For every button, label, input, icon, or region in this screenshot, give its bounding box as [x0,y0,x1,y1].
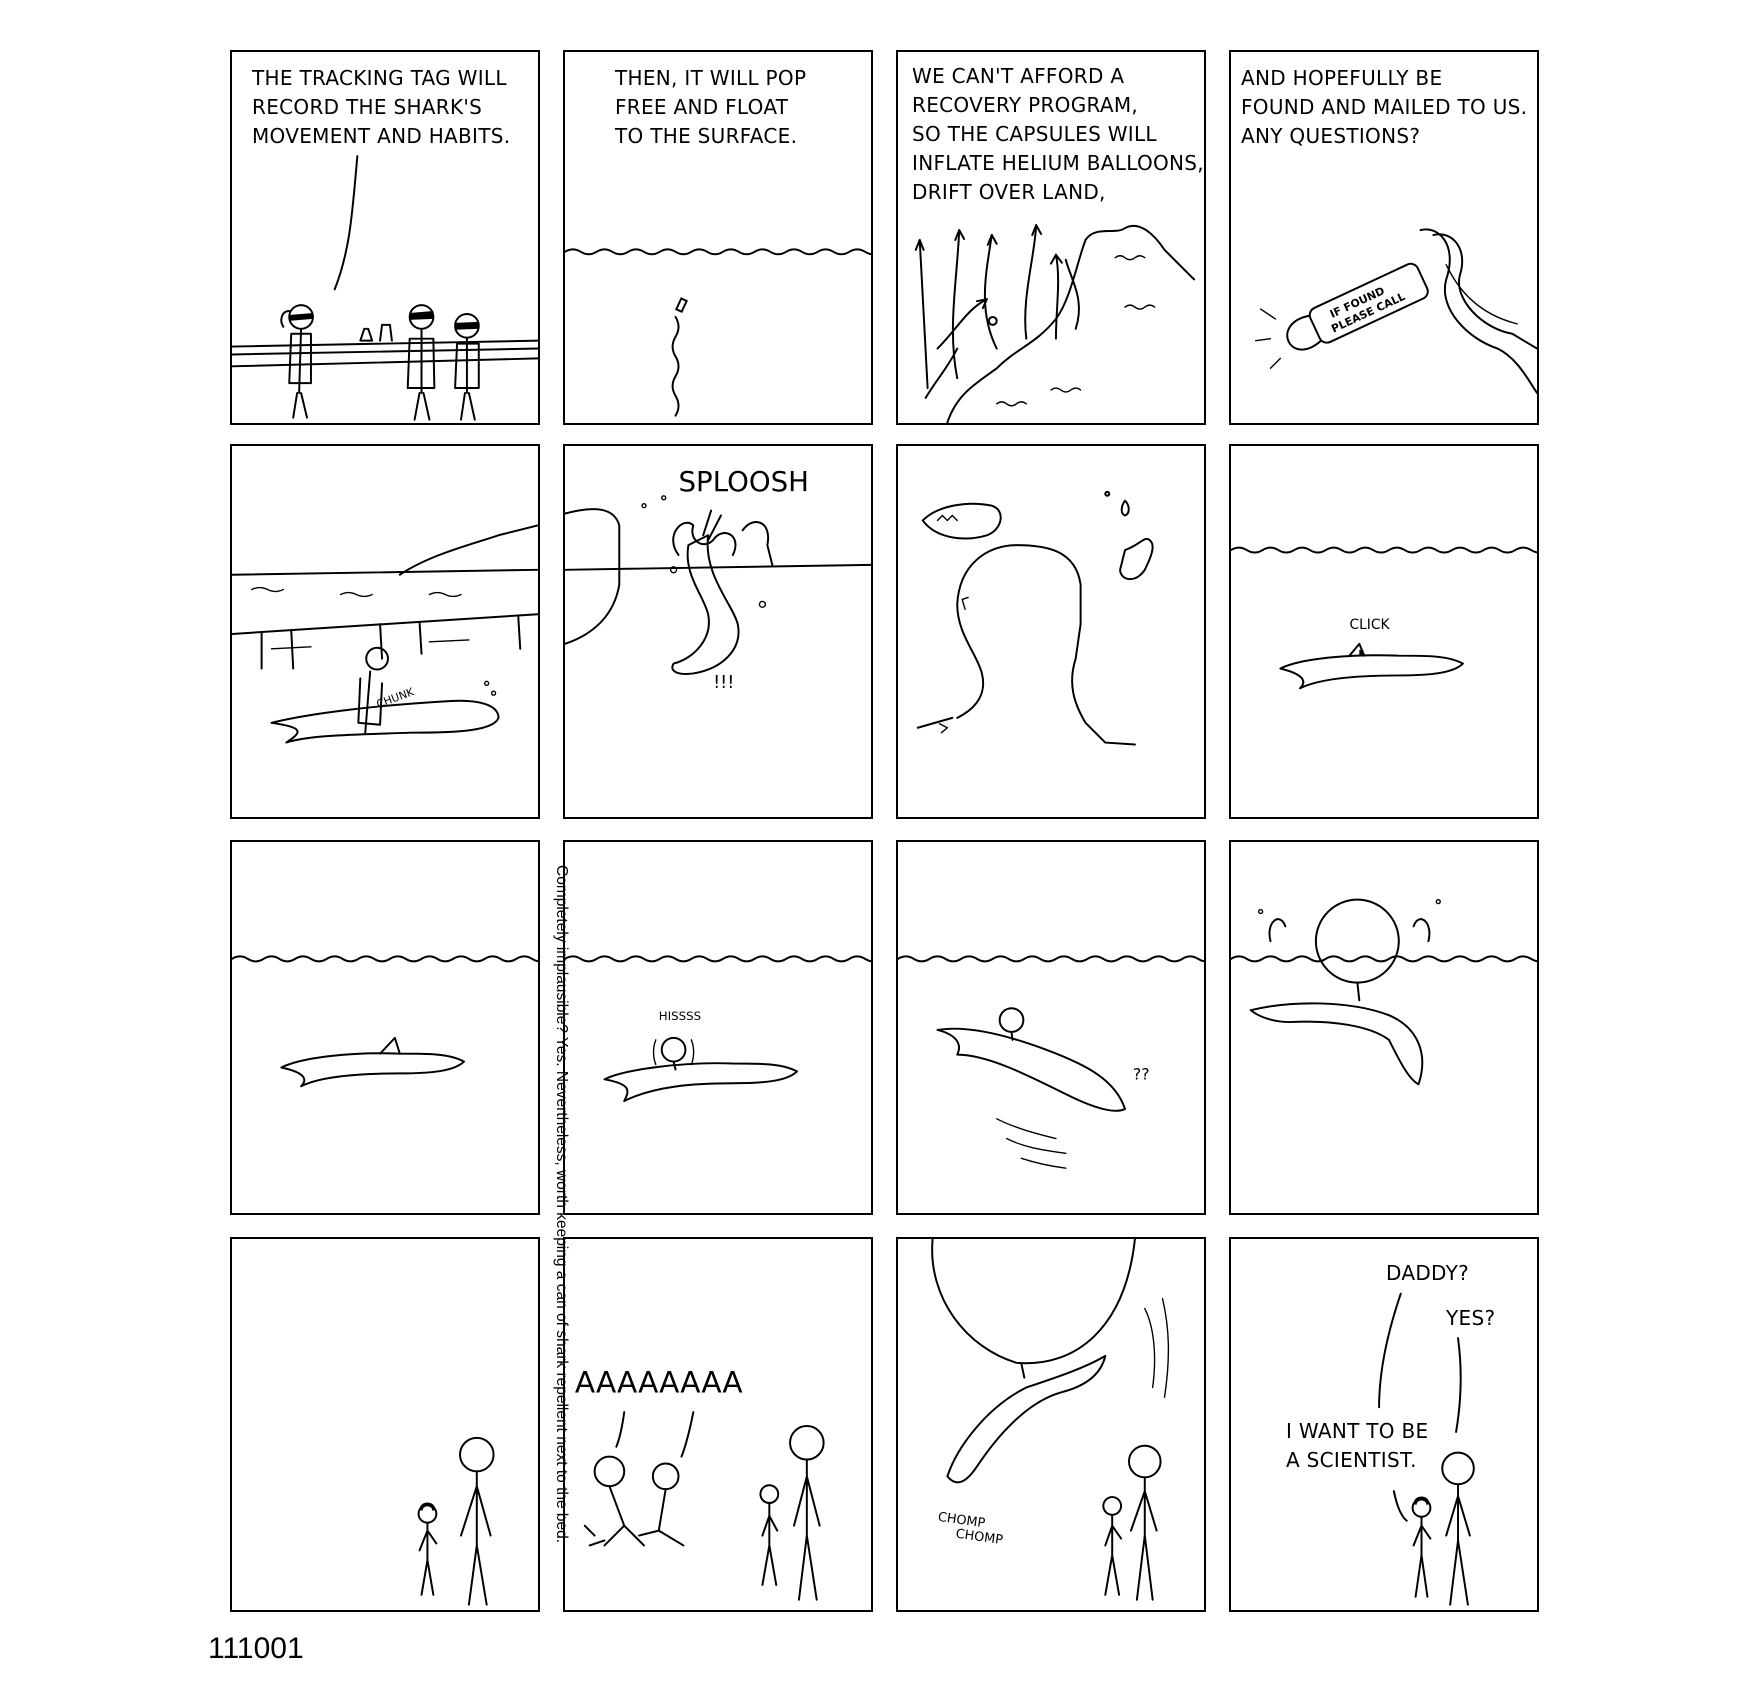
panel-2-ocean-scene [565,248,871,417]
panel-3-map-scene [914,224,1196,423]
side-note: Completely implausible? Yes. Nevertheles… [553,865,570,1544]
panel-6-dive-scene: SPLOOSH !!! [565,465,871,693]
panel-6-exclaim: !!! [713,673,734,693]
comic-panel-11: ?? [896,840,1206,1215]
panel-10-sfx: HISSSS [659,1009,701,1023]
panel-14-scream: AAAAAAAA [575,1365,744,1399]
comic-panel-2: THEN, IT WILL POP FREE AND FLOAT TO THE … [563,50,873,425]
panel-15-flying-shark: CHOMP CHOMP [931,1239,1170,1601]
comic-panel-14: AAAAAAAA [563,1237,873,1612]
panel-11-balloon-rise: ?? [898,955,1204,1169]
comic-panel-5: CHUNK [230,444,540,819]
panel-11-sfx: ?? [1133,1064,1150,1083]
panel-15-sfx-2: CHOMP [955,1527,1004,1549]
panel-1-lab-scene [232,155,538,421]
panel-8-shark-scene: CLICK [1231,546,1537,690]
comic-panel-13 [230,1237,540,1612]
comic-id: 111001 [208,1632,304,1665]
comic-panel-9 [230,840,540,1215]
panel-5-boat-scene: CHUNK [232,524,538,744]
panel-12-balloon-surface [1231,898,1537,1086]
comic-panel-4: AND HOPEFULLY BE FOUND AND MAILED TO US.… [1229,50,1539,425]
comic-panel-12 [1229,840,1539,1215]
panel-4-capsule-scene: IF FOUND PLEASE CALL [1254,228,1537,394]
comic-panel-10: HISSSS [563,840,873,1215]
comic-panel-16: DADDY? YES? I WANT TO BE A SCIENTIST. [1229,1237,1539,1612]
comic-panel-3: WE CAN'T AFFORD A RECOVERY PROGRAM, SO T… [896,50,1206,425]
panel-16-father-child [1378,1292,1475,1606]
panel-13-stick-family [417,1436,495,1606]
comic-panel-7 [896,444,1206,819]
panel-14-scientist-tumble: AAAAAAAA [575,1365,825,1601]
comic-panel-6: SPLOOSH !!! [563,444,873,819]
panel-8-sfx: CLICK [1349,617,1390,633]
panel-10-balloon-start: HISSSS [565,955,871,1103]
panel-9-shark-scene [232,955,538,1088]
comic-panel-8: CLICK [1229,444,1539,819]
comic-panel-15: CHOMP CHOMP [896,1237,1206,1612]
panel-7-migration-map [916,490,1154,746]
comic-panel-1: THE TRACKING TAG WILL RECORD THE SHARK'S… [230,50,540,425]
panel-6-sfx: SPLOOSH [679,465,809,498]
